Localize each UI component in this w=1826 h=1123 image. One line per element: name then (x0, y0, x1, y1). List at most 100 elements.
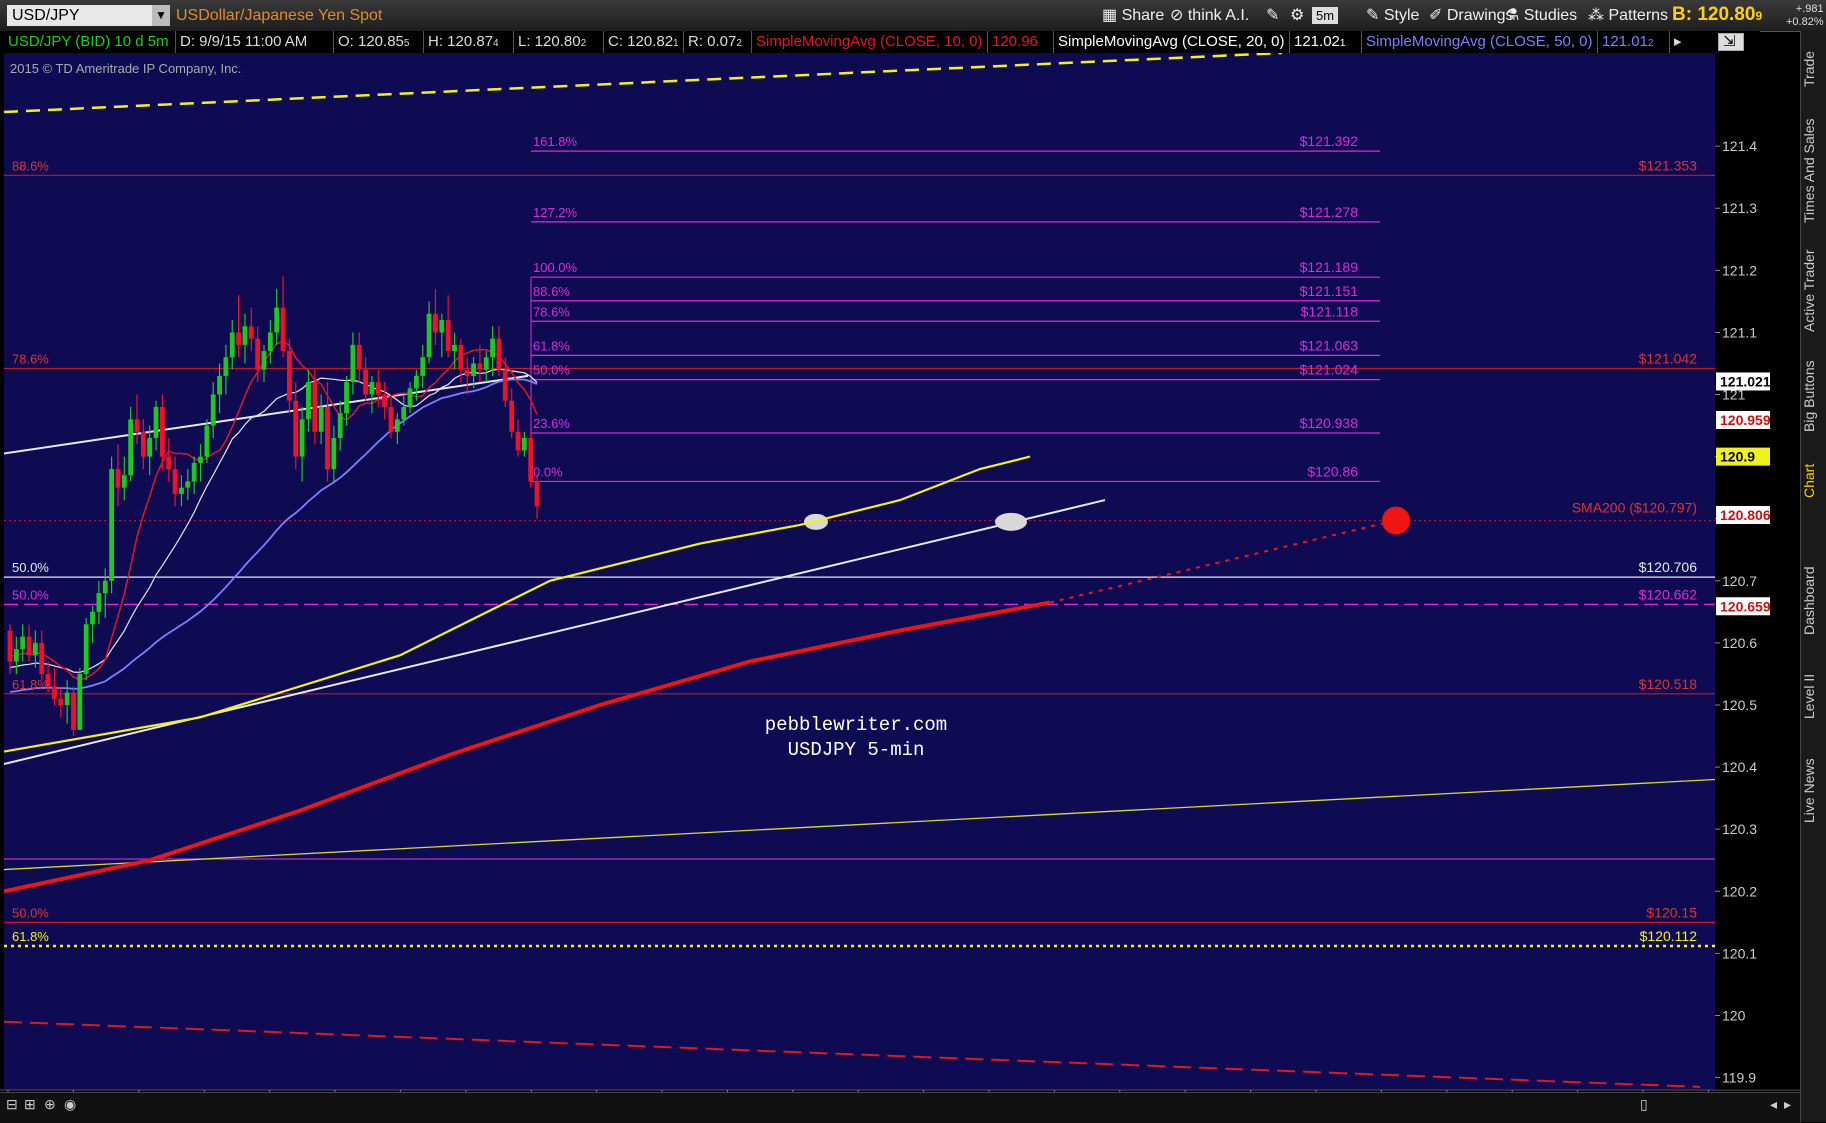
price-badge-label: 120.9 (1720, 449, 1755, 465)
candle-body (464, 369, 470, 376)
y-tick-label: 121.2 (1722, 262, 1757, 278)
sma20-label: SimpleMovingAvg (CLOSE, 20, 0) (1054, 31, 1290, 53)
info-high: H: 120.874 (424, 31, 514, 53)
timeframe-button[interactable]: 5m (1312, 7, 1339, 24)
collapse-icon[interactable]: ▸ (1670, 31, 1696, 53)
fib-price-label: $120.86 (1307, 463, 1358, 479)
share-button[interactable]: ▦ Share (1102, 5, 1164, 26)
candle-body (483, 357, 489, 370)
price-badge-label: 120.959 (1720, 412, 1771, 428)
candle-body (407, 388, 413, 407)
candle-body (33, 642, 38, 656)
info-open-main: O: 120.85 (338, 33, 404, 50)
candle-body (58, 698, 64, 706)
sma20-value-main: 121.02 (1294, 33, 1340, 50)
style-button[interactable]: ✎ Style (1366, 5, 1419, 26)
info-high-main: H: 120.87 (428, 33, 494, 50)
candle-body (388, 406, 394, 432)
candle-body (337, 413, 343, 438)
touch-marker (995, 512, 1027, 531)
bid-price-small: 9 (1755, 9, 1763, 23)
price-chart[interactable]: 88.6% $121.353 78.6% $121.042 50.0% $120.706 5… (0, 53, 1800, 1114)
fib-pct-label: 0.0% (533, 464, 563, 479)
info-range-small: 2 (736, 38, 742, 49)
candle-body (198, 456, 203, 463)
drawings-button[interactable]: ✐ Drawings (1429, 5, 1514, 26)
level-pct-label: 50.0% (12, 560, 49, 575)
candle-body (534, 481, 540, 507)
fib-price-label: $121.392 (1300, 133, 1359, 149)
side-tab-big-buttons[interactable]: Big Buttons (1801, 351, 1826, 441)
sma50-value-small: 2 (1647, 38, 1654, 49)
candle-body (13, 649, 19, 662)
symbol-input[interactable]: USD/JPY (7, 5, 153, 26)
candle-body (52, 686, 57, 699)
candle-body (267, 332, 273, 352)
chart-tool-icon[interactable]: ⇲ (1718, 33, 1744, 51)
candle-body (261, 351, 267, 370)
candle-body (293, 400, 299, 457)
candle-body (217, 375, 222, 395)
sma20-value: 121.021 (1290, 31, 1362, 53)
scroll-bar[interactable]: ▯ (1640, 1096, 1648, 1113)
symbol-description: USDollar/Japanese Yen Spot (176, 7, 383, 24)
patterns-button[interactable]: ⁂ Patterns (1588, 5, 1668, 26)
studies-label: Studies (1523, 7, 1578, 24)
target-marker (1382, 506, 1410, 535)
y-tick-label: 119.9 (1722, 1070, 1756, 1086)
candle-body (39, 642, 45, 674)
candle-body (502, 369, 508, 401)
side-tab-dashboard[interactable]: Dashboard (1801, 551, 1826, 651)
side-tab-level-ii[interactable]: Level II (1801, 661, 1826, 731)
candle-body (140, 431, 146, 457)
candle-body (509, 400, 515, 432)
fib-price-label: $121.189 (1300, 259, 1359, 275)
side-tab-live-news[interactable]: Live News (1801, 741, 1826, 841)
candle-body (306, 382, 311, 420)
drawing-tools-icon[interactable]: ✎ (1266, 5, 1279, 26)
think-ai-button[interactable]: ⊘ think A.I. (1170, 5, 1249, 26)
candle-body (255, 338, 261, 370)
candle-body (477, 363, 483, 370)
pan-icon[interactable]: ⊕ (44, 1096, 56, 1113)
y-tick-label: 121.4 (1722, 138, 1757, 154)
y-tick-label: 120.4 (1722, 759, 1757, 775)
candle-body (445, 320, 451, 352)
side-tab-active-trader[interactable]: Active Trader (1801, 241, 1826, 341)
side-tab-trade[interactable]: Trade (1801, 39, 1826, 99)
candle-body (318, 406, 324, 432)
settings-icon[interactable]: ⚙ (1290, 5, 1304, 26)
candle-body (458, 344, 464, 370)
candle-body (121, 475, 127, 488)
think-ai-label: think A.I. (1187, 7, 1250, 24)
candle-body (325, 406, 330, 470)
bottom-bar (0, 1092, 1800, 1123)
info-close-small: 1 (673, 38, 679, 49)
side-tab-times-and-sales[interactable]: Times And Sales (1801, 111, 1826, 231)
candle-body (160, 406, 165, 457)
magnifier-icon[interactable]: ◉ (64, 1096, 76, 1113)
zoom-out-icon[interactable]: ⊟ (6, 1096, 18, 1113)
share-label: Share (1121, 7, 1165, 24)
candle-body (356, 344, 362, 370)
candle-body (109, 469, 114, 581)
scroll-left-icon[interactable]: ◂ (1770, 1096, 1777, 1113)
zoom-in-icon[interactable]: ⊞ (24, 1096, 36, 1113)
candle-body (420, 357, 426, 376)
candle-body (7, 630, 13, 662)
level-pct-label: 88.6% (12, 158, 49, 173)
price-badge-label: 120.659 (1720, 598, 1771, 614)
fib-pct-label: 23.6% (533, 416, 570, 431)
y-tick-label: 120.2 (1722, 883, 1757, 899)
candle-body (312, 382, 318, 432)
scroll-right-icon[interactable]: ▸ (1784, 1096, 1791, 1113)
side-tab-chart[interactable]: Chart (1801, 451, 1826, 511)
studies-button[interactable]: ⚗ Studies (1505, 5, 1577, 26)
candle-body (204, 425, 210, 457)
sma20-value-small: 1 (1339, 38, 1346, 49)
symbol-dropdown-icon[interactable]: ▼ (152, 5, 170, 26)
fib-price-label: $121.278 (1300, 204, 1359, 220)
change-net: +.981 (1795, 3, 1824, 15)
fib-pct-label: 50.0% (533, 363, 570, 378)
fib-pct-label: 100.0% (533, 260, 578, 275)
